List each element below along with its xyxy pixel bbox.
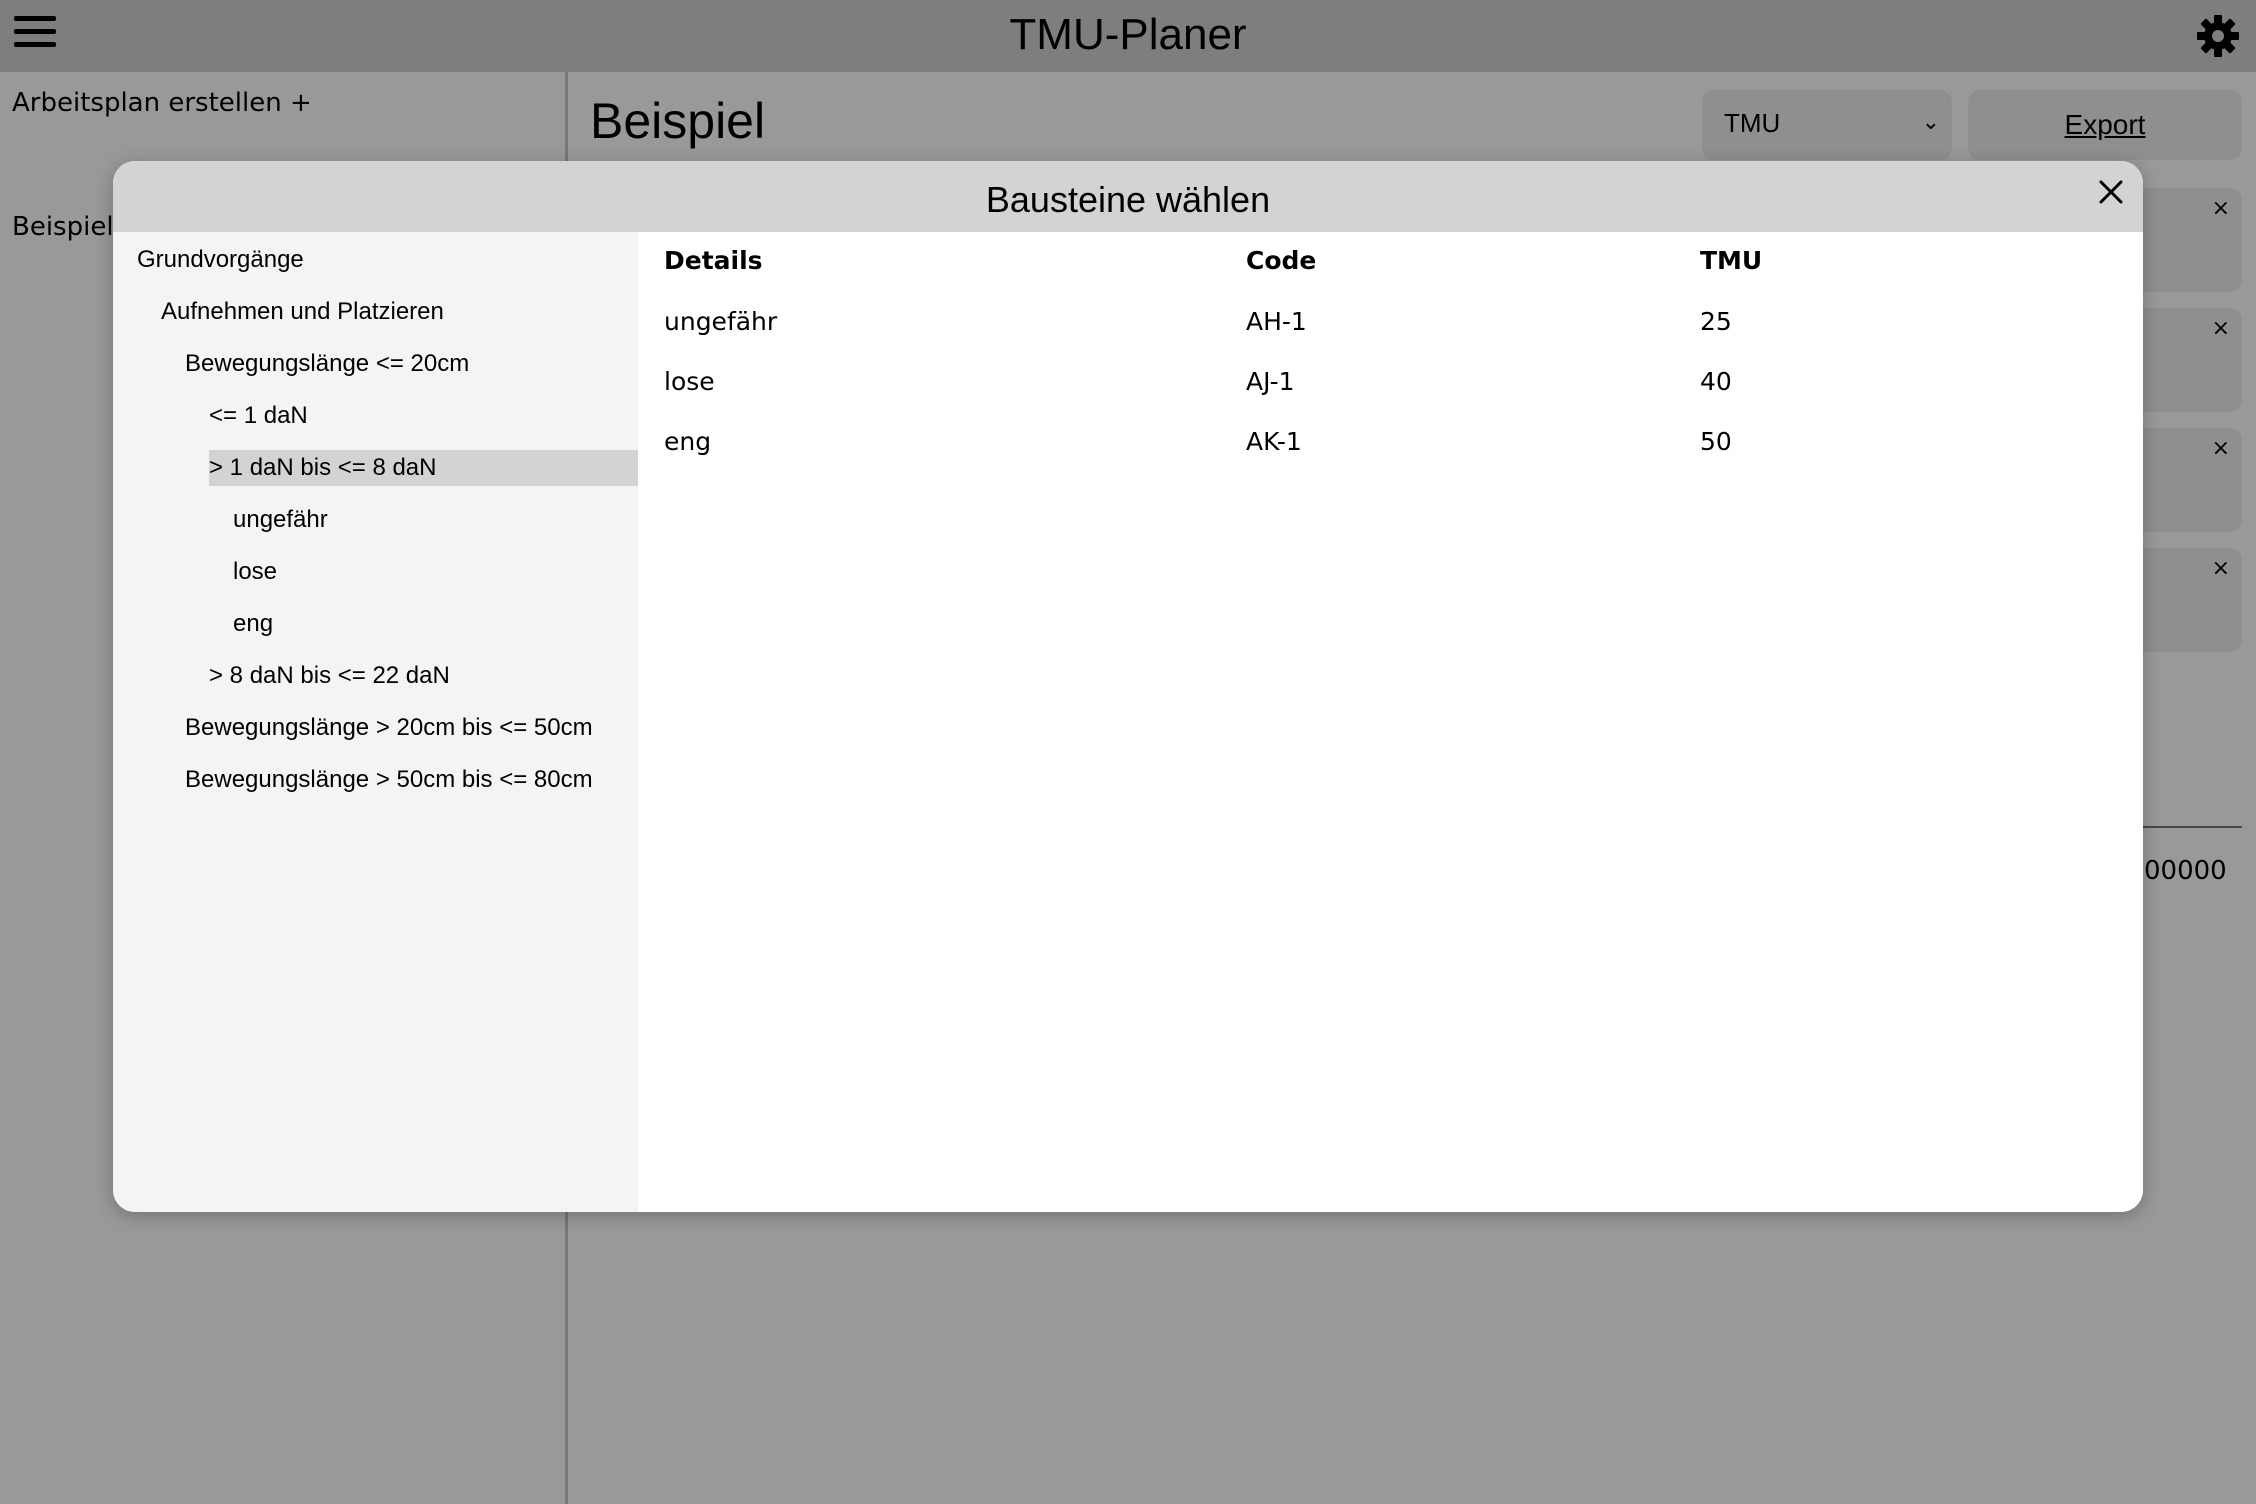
table-cell-details[interactable]: lose xyxy=(664,367,715,396)
tree-item[interactable]: Bewegungslänge <= 20cm xyxy=(185,346,638,382)
table-cell-tmu[interactable]: 25 xyxy=(1700,307,1732,336)
column-header-tmu: TMU xyxy=(1700,246,1763,275)
column-header-code: Code xyxy=(1246,246,1317,275)
building-block-table: Details Code TMU ungefähr AH-1 25 lose A… xyxy=(638,232,2143,1212)
table-cell-tmu[interactable]: 40 xyxy=(1700,367,1732,396)
tree-item[interactable]: Bewegungslänge > 50cm bis <= 80cm xyxy=(185,762,638,798)
category-tree: Grundvorgänge Aufnehmen und Platzieren B… xyxy=(113,232,638,1212)
tree-item[interactable]: <= 1 daN xyxy=(209,398,638,434)
tree-item[interactable]: lose xyxy=(233,554,638,590)
close-icon[interactable] xyxy=(2091,172,2131,212)
tree-item[interactable]: > 8 daN bis <= 22 daN xyxy=(209,658,638,694)
table-cell-tmu[interactable]: 50 xyxy=(1700,427,1732,456)
table-cell-code[interactable]: AJ-1 xyxy=(1246,367,1295,396)
bausteine-modal: Bausteine wählen Grundvorgänge Aufnehmen… xyxy=(113,161,2143,1212)
tree-item-selected[interactable]: > 1 daN bis <= 8 daN xyxy=(209,450,638,486)
table-cell-details[interactable]: eng xyxy=(664,427,711,456)
table-cell-code[interactable]: AK-1 xyxy=(1246,427,1302,456)
modal-header: Bausteine wählen xyxy=(113,161,2143,232)
tree-item[interactable]: eng xyxy=(233,606,638,642)
table-cell-details[interactable]: ungefähr xyxy=(664,307,777,336)
column-header-details: Details xyxy=(664,246,763,275)
tree-item[interactable]: Aufnehmen und Platzieren xyxy=(161,294,638,330)
tree-item[interactable]: Grundvorgänge xyxy=(137,242,638,278)
tree-item[interactable]: ungefähr xyxy=(233,502,638,538)
table-cell-code[interactable]: AH-1 xyxy=(1246,307,1307,336)
tree-item[interactable]: Bewegungslänge > 20cm bis <= 50cm xyxy=(185,710,638,746)
modal-title: Bausteine wählen xyxy=(985,179,1271,220)
